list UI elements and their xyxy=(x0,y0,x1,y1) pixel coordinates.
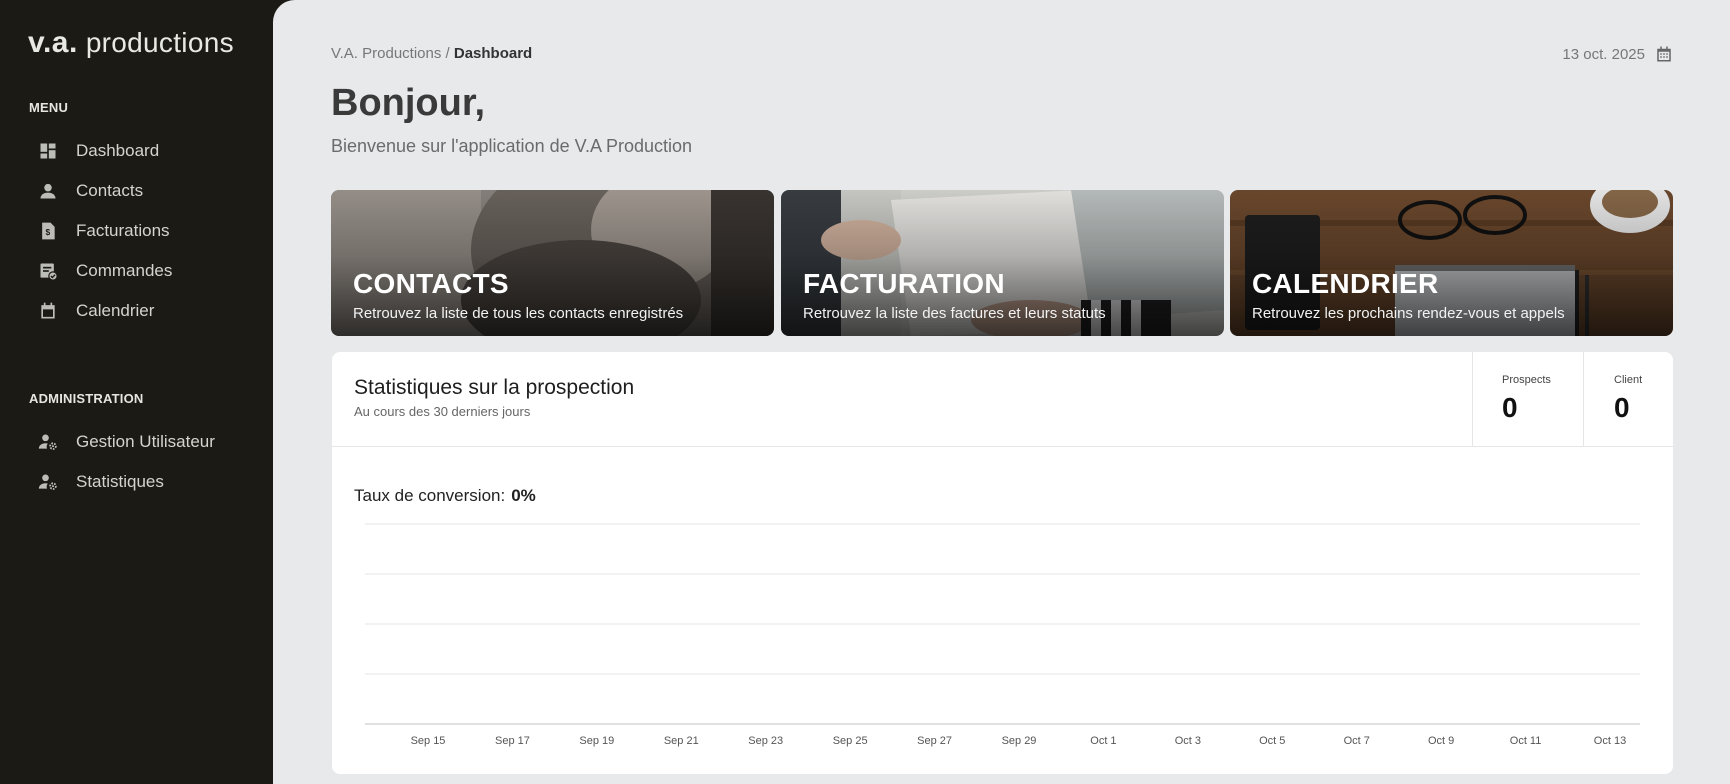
sidebar-item-contacts[interactable]: Contacts xyxy=(38,177,258,205)
sidebar-item-dashboard[interactable]: Dashboard xyxy=(38,137,258,165)
card-title: FACTURATION xyxy=(803,268,1005,299)
panel-title: Statistiques sur la prospection xyxy=(354,376,635,399)
breadcrumb-current: Dashboard xyxy=(453,45,533,62)
x-tick-label: Sep 27 xyxy=(917,735,952,747)
sidebar-item-label: Commandes xyxy=(76,261,173,280)
sidebar-item-label: Facturations xyxy=(76,221,170,240)
x-tick-label: Oct 11 xyxy=(1510,735,1542,747)
main-content: V.A. Productions / Dashboard 13 oct. 202… xyxy=(273,0,1730,784)
svg-text:$: $ xyxy=(46,227,51,237)
calendar-icon[interactable] xyxy=(1655,45,1673,63)
sidebar-item-label: Calendrier xyxy=(76,301,155,320)
x-tick-label: Oct 5 xyxy=(1259,735,1285,747)
user-gear-icon xyxy=(38,472,58,492)
stat-label: Client xyxy=(1614,374,1643,386)
x-tick-label: Sep 25 xyxy=(833,735,868,747)
calendar-icon xyxy=(38,301,58,321)
x-tick-label: Oct 7 xyxy=(1344,735,1370,747)
breadcrumb-separator: / xyxy=(441,45,454,62)
panel-header: Statistiques sur la prospection Au cours… xyxy=(332,352,1673,447)
x-tick-label: Sep 21 xyxy=(664,735,699,747)
stat-value: 0 xyxy=(1502,392,1518,423)
order-check-icon xyxy=(38,261,58,281)
sidebar-item-label: Statistiques xyxy=(76,472,164,491)
date-text: 13 oct. 2025 xyxy=(1562,45,1645,63)
card-description: Retrouvez la liste des factures et leurs… xyxy=(803,305,1106,322)
prospection-chart: Sep 15 Sep 17 Sep 19 Sep 21 Sep 23 Sep 25 Sep … xyxy=(365,523,1640,747)
sidebar-item-label: Dashboard xyxy=(76,141,160,160)
x-tick-label: Oct 13 xyxy=(1594,735,1626,747)
card-calendrier[interactable]: CALENDRIER Retrouvez les prochains rende… xyxy=(1230,190,1673,336)
sidebar: v.a. productions MENU Dashboard Contacts… xyxy=(0,0,273,784)
stat-label: Prospects xyxy=(1502,374,1551,386)
card-facturation[interactable]: FACTURATION Retrouvez la liste des factu… xyxy=(781,190,1224,336)
sidebar-item-statistiques[interactable]: Statistiques xyxy=(38,468,258,496)
menu-section-title: MENU xyxy=(29,100,69,115)
conversion-rate: Taux de conversion: 0% xyxy=(354,486,536,506)
dashboard-icon xyxy=(38,141,58,161)
logo-light: productions xyxy=(85,27,234,58)
conversion-label: Taux de conversion: xyxy=(354,486,506,505)
conversion-value: 0% xyxy=(511,486,536,505)
page-subtitle: Bienvenue sur l'application de V.A Produ… xyxy=(331,136,693,156)
page-title: Bonjour, xyxy=(331,82,486,124)
sidebar-item-label: Gestion Utilisateur xyxy=(76,432,215,451)
x-tick-label: Oct 1 xyxy=(1090,735,1116,747)
card-description: Retrouvez les prochains rendez-vous et a… xyxy=(1252,305,1565,322)
x-tick-label: Sep 15 xyxy=(411,735,446,747)
x-tick-label: Sep 17 xyxy=(495,735,530,747)
card-contacts[interactable]: CONTACTS Retrouvez la liste de tous les … xyxy=(331,190,774,336)
x-tick-label: Oct 9 xyxy=(1428,735,1454,747)
breadcrumb: V.A. Productions / Dashboard xyxy=(331,45,532,62)
user-icon xyxy=(38,181,58,201)
x-tick-label: Sep 29 xyxy=(1002,735,1037,747)
sidebar-item-gestion-utilisateur[interactable]: Gestion Utilisateur xyxy=(38,428,258,456)
sidebar-item-calendrier[interactable]: Calendrier xyxy=(38,297,258,325)
x-tick-label: Sep 23 xyxy=(748,735,783,747)
sidebar-item-commandes[interactable]: Commandes xyxy=(38,257,258,285)
stat-client[interactable]: Client 0 xyxy=(1583,352,1673,447)
breadcrumb-root[interactable]: V.A. Productions xyxy=(331,45,441,62)
current-date: 13 oct. 2025 xyxy=(1562,45,1673,63)
card-title: CALENDRIER xyxy=(1252,268,1439,299)
card-description: Retrouvez la liste de tous les contacts … xyxy=(353,305,684,322)
prospection-stats-panel: Statistiques sur la prospection Au cours… xyxy=(332,352,1673,774)
logo[interactable]: v.a. productions xyxy=(28,26,234,66)
stat-value: 0 xyxy=(1614,392,1630,423)
invoice-icon: $ xyxy=(38,221,58,241)
sidebar-item-label: Contacts xyxy=(76,181,144,200)
logo-bold: v.a. xyxy=(28,26,78,59)
stat-prospects[interactable]: Prospects 0 xyxy=(1472,352,1583,447)
admin-section-title: ADMINISTRATION xyxy=(29,391,144,406)
panel-subtitle: Au cours des 30 derniers jours xyxy=(354,404,531,419)
x-tick-label: Sep 19 xyxy=(579,735,614,747)
x-tick-label: Oct 3 xyxy=(1175,735,1201,747)
sidebar-item-facturations[interactable]: $ Facturations xyxy=(38,217,258,245)
user-gear-icon xyxy=(38,432,58,452)
card-title: CONTACTS xyxy=(353,268,509,299)
